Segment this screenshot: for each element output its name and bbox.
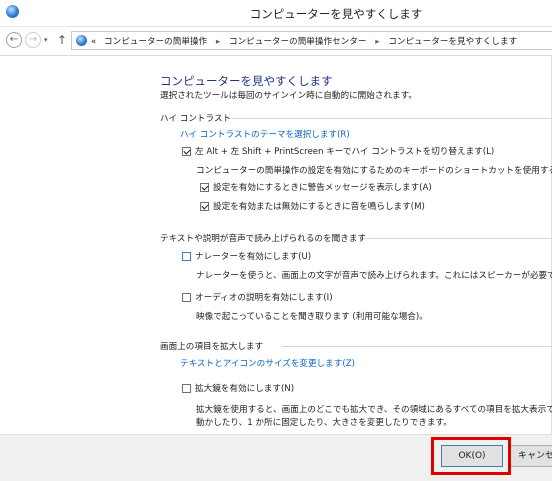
narrator-option[interactable]: ナレーターを有効にします(U) xyxy=(182,250,311,262)
ok-button-highlight-box xyxy=(431,437,511,475)
back-arrow-icon[interactable]: ← xyxy=(6,32,22,48)
warning-message-checkbox[interactable] xyxy=(200,182,209,192)
breadcrumb-item-ease-of-access[interactable]: コンピューターの簡単操作 xyxy=(104,37,207,47)
breadcrumb: « コンピューターの簡単操作 ▸ コンピューターの簡単操作センター ▸ コンピュ… xyxy=(91,35,517,47)
settings-content xyxy=(0,56,552,434)
cancel-button[interactable]: キャンセル xyxy=(510,445,552,467)
audio-description-checkbox[interactable] xyxy=(182,292,191,302)
magnifier-description-line-2: 動かしたり、1 か所に固定したり、大きさを変更したりできます。 xyxy=(196,418,452,428)
high-contrast-shortcut-label[interactable]: 左 Alt + 左 Shift + PrintScreen キーでハイ コントラ… xyxy=(195,145,494,157)
narrator-label[interactable]: ナレーターを有効にします(U) xyxy=(195,250,311,262)
breadcrumb-item-ease-of-access-center[interactable]: コンピューターの簡単操作センター xyxy=(229,37,367,47)
up-arrow-icon[interactable]: ↑ xyxy=(57,33,67,47)
magnifier-option[interactable]: 拡大鏡を有効にします(N) xyxy=(182,382,294,394)
window-title: コンピューターを見やすくします xyxy=(249,7,423,21)
narrator-description: ナレーターを使うと、画面上の文字が音声で読み上げられます。これにはスピーカーが必… xyxy=(196,271,552,281)
navigation-bar: ← → ▾ ↑ « コンピューターの簡単操作 ▸ コンピューターの簡単操作センタ… xyxy=(0,27,552,56)
address-bar[interactable]: « コンピューターの簡単操作 ▸ コンピューターの簡単操作センター ▸ コンピュ… xyxy=(71,31,552,50)
magnifier-checkbox[interactable] xyxy=(182,383,191,393)
high-contrast-shortcut-checkbox[interactable] xyxy=(182,146,191,156)
recent-locations-chevron-icon[interactable]: ▾ xyxy=(44,36,48,44)
section-divider xyxy=(363,238,552,239)
high-contrast-shortcut-option[interactable]: 左 Alt + 左 Shift + PrintScreen キーでハイ コントラ… xyxy=(182,145,494,157)
audio-description-label[interactable]: オーディオの説明を有効にします(I) xyxy=(195,291,333,303)
audio-description-text: 映像で起こっていることを聞き取ります (利用可能な場合)。 xyxy=(196,312,428,322)
breadcrumb-separator-icon[interactable]: ▸ xyxy=(375,37,379,47)
breadcrumb-separator-icon[interactable]: ▸ xyxy=(216,37,220,47)
page-title: コンピューターを見やすくします xyxy=(160,74,333,88)
shortcut-description: コンピューターの簡単操作の設定を有効にするためのキーボードのショートカットを使用… xyxy=(196,166,552,176)
page-subtitle: 選択されたツールは毎回のサインイン時に自動的に開始されます。 xyxy=(160,91,417,101)
narrator-checkbox[interactable] xyxy=(182,251,191,261)
text-icon-size-link[interactable]: テキストとアイコンのサイズを変更します(Z) xyxy=(180,357,355,369)
audio-description-option[interactable]: オーディオの説明を有効にします(I) xyxy=(182,291,333,303)
magnifier-label[interactable]: 拡大鏡を有効にします(N) xyxy=(195,382,294,394)
section-divider xyxy=(232,118,552,119)
forward-arrow-icon[interactable]: → xyxy=(25,32,41,48)
warning-message-label[interactable]: 設定を有効にするときに警告メッセージを表示します(A) xyxy=(213,181,432,193)
section-magnify: 画面上の項目を拡大します xyxy=(160,342,264,352)
section-divider xyxy=(282,346,552,347)
title-bar: コンピューターを見やすくします xyxy=(0,0,552,27)
section-high-contrast: ハイ コントラスト xyxy=(160,114,232,124)
warning-message-option[interactable]: 設定を有効にするときに警告メッセージを表示します(A) xyxy=(200,181,432,193)
ease-of-access-icon xyxy=(76,35,87,46)
high-contrast-theme-link[interactable]: ハイ コントラストのテーマを選択します(R) xyxy=(180,128,350,140)
breadcrumb-overflow[interactable]: « xyxy=(91,37,96,47)
breadcrumb-item-make-computer-easier-to-see[interactable]: コンピューターを見やすくします xyxy=(388,37,517,47)
section-narration: テキストや説明が音声で読み上げられるのを聞きます xyxy=(160,234,366,244)
sound-label[interactable]: 設定を有効または無効にするときに音を鳴らします(M) xyxy=(213,200,425,212)
sound-checkbox[interactable] xyxy=(200,201,209,211)
magnifier-description-line-1: 拡大鏡を使用すると、画面上のどこでも拡大でき、その領域にあるすべての項目を拡大表… xyxy=(196,405,552,415)
sound-option[interactable]: 設定を有効または無効にするときに音を鳴らします(M) xyxy=(200,200,425,212)
